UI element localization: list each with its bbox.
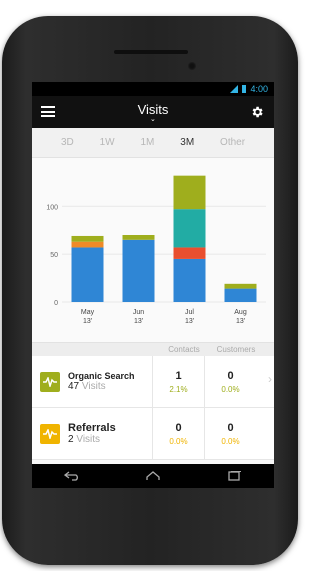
bar-segment [173,175,206,210]
status-time: 4:00 [250,84,268,94]
source-badge [40,371,60,392]
bar-segment [122,239,155,302]
visits-label: Visits [76,434,101,445]
tab-3m[interactable]: 3M [176,133,198,152]
signal-icon [230,85,239,93]
x-tick-label: Jul [185,309,194,316]
time-range-tabs: 3D 1W 1M 3M Other [32,128,274,158]
activity-icon [43,376,57,387]
contacts-percent: 0.0% [169,436,188,446]
x-tick-label: 13' [134,318,143,325]
bar-segment [173,209,206,248]
customers-cell: 0 0.0% [204,356,256,407]
customers-count: 0 [227,421,234,434]
x-tick-label: Aug [234,309,247,316]
customers-header: Customers [216,345,256,354]
y-tick-label: 50 [50,252,58,259]
source-row-referrals[interactable]: Referrals 2 Visits 0 0.0% 0 0.0% [32,408,274,460]
tab-3d[interactable]: 3D [57,133,78,152]
gear-icon[interactable] [250,105,264,119]
contacts-percent: 2.1% [169,384,188,394]
battery-icon [242,85,247,93]
front-camera [188,62,196,70]
tab-1w[interactable]: 1W [96,133,119,152]
chevron-right-icon[interactable]: › [268,372,272,386]
visits-label: Visits [81,381,106,392]
source-name: Organic Search [68,371,135,381]
contacts-count: 1 [175,369,182,382]
bar-segment [71,247,104,302]
source-badge [40,423,60,444]
visits-chart: 0 50 100 May 13' Jun 13' Jul 13' Aug 13' [32,158,274,342]
app-bar: Visits ⌄ [32,96,274,128]
bar-segment [224,288,257,302]
bar-segment [173,258,206,302]
source-row-organic-search[interactable]: Organic Search 47 Visits 1 2.1% 0 0.0% › [32,356,274,408]
x-tick-label: 13' [185,318,194,325]
bar-segment [71,235,104,242]
recent-apps-icon[interactable] [226,471,242,481]
x-tick-label: Jun [133,309,144,316]
bar-segment [122,235,155,240]
visit-count: 47 [68,381,80,392]
customers-percent: 0.0% [221,436,240,446]
back-icon[interactable] [64,471,80,481]
contacts-header: Contacts [168,345,200,354]
source-name: Referrals [68,422,116,434]
bar-segment [173,247,206,259]
x-tick-label: 13' [236,318,245,325]
visits-bar-chart: 0 50 100 May 13' Jun 13' Jul 13' Aug 13' [46,175,266,325]
contacts-count: 0 [175,421,182,434]
customers-cell: 0 0.0% [204,408,256,459]
menu-icon[interactable] [41,106,55,117]
activity-icon [43,428,57,439]
bar-segment [224,283,257,289]
x-tick-label: 13' [83,318,92,325]
y-tick-label: 0 [54,300,58,307]
page-title: Visits [137,101,169,117]
tab-other[interactable]: Other [216,133,249,152]
chevron-down-icon: ⌄ [150,115,156,123]
customers-count: 0 [227,369,234,382]
column-header: Contacts Customers [32,342,274,356]
system-nav-bar [32,464,274,488]
contacts-cell: 1 2.1% [152,356,204,407]
visit-count: 2 [68,434,74,445]
app-screen: 4:00 Visits ⌄ 3D 1W 1M 3M Other 0 50 100 Ma… [32,82,274,488]
tab-1m[interactable]: 1M [136,133,158,152]
x-tick-label: May [81,309,95,316]
status-bar: 4:00 [32,82,274,96]
y-tick-label: 100 [46,204,58,211]
home-icon[interactable] [145,471,161,481]
customers-percent: 0.0% [221,384,240,394]
speaker-grille [114,50,188,54]
contacts-cell: 0 0.0% [152,408,204,459]
title-dropdown[interactable]: Visits ⌄ [138,102,169,123]
bar-segment [71,241,104,248]
